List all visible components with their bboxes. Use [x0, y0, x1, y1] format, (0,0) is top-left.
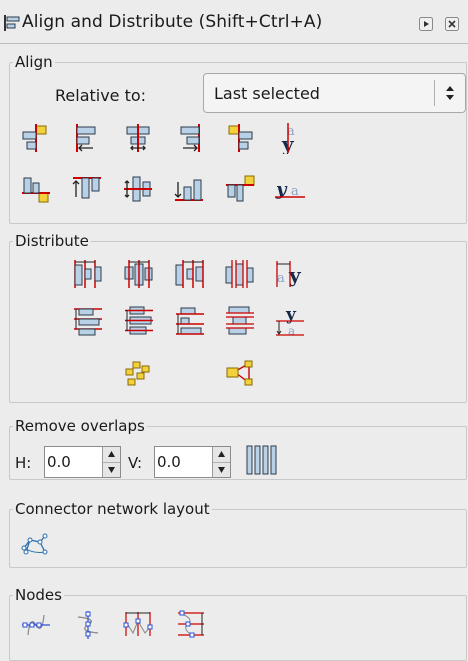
arrange-connector-network-icon[interactable]	[18, 528, 50, 560]
distribute-section-label: Distribute	[13, 232, 91, 250]
h-gap-spin-buttons	[102, 447, 120, 477]
align-distribute-panel: Align and Distribute (Shift+Ctrl+A) Alig…	[0, 0, 468, 661]
v-gap-decrement-button[interactable]	[213, 462, 230, 477]
randomize-centers-icon[interactable]	[122, 357, 154, 389]
h-gap-decrement-button[interactable]	[103, 462, 120, 477]
distribute-nodes-horizontal-icon[interactable]	[123, 609, 155, 641]
v-gap-increment-button[interactable]	[213, 447, 230, 463]
align-text-baseline-horizontal-icon[interactable]: ay	[274, 122, 306, 154]
remove-overlaps-section-label: Remove overlaps	[13, 417, 147, 435]
title-separator	[0, 43, 468, 44]
align-left-edge-to-right-anchor-icon[interactable]	[224, 122, 256, 154]
dialog-titlebar: Align and Distribute (Shift+Ctrl+A)	[0, 0, 468, 44]
align-bottom-edges-icon[interactable]	[173, 173, 205, 205]
arrow-up-icon	[218, 451, 225, 457]
align-nodes-vertical-icon[interactable]	[72, 609, 104, 641]
h-gap-increment-button[interactable]	[103, 447, 120, 463]
distribute-centers-horizontally-icon[interactable]	[123, 258, 155, 290]
align-nodes-horizontal-icon[interactable]	[20, 609, 52, 641]
svg-text:y: y	[285, 305, 297, 325]
relative-to-value: Last selected	[214, 84, 320, 103]
align-bottom-edge-to-top-anchor-icon[interactable]	[20, 173, 52, 205]
h-gap-label: H:	[15, 454, 32, 472]
align-dialog-icon	[4, 15, 20, 31]
svg-text:a: a	[277, 271, 285, 286]
arrow-down-icon	[218, 467, 225, 473]
align-top-edge-to-bottom-anchor-icon[interactable]	[224, 173, 256, 205]
v-gap-spinbox	[154, 446, 231, 478]
combo-arrows-icon	[446, 86, 454, 100]
align-left-edges-icon[interactable]	[71, 122, 103, 154]
center-on-horizontal-axis-icon[interactable]	[122, 173, 154, 205]
align-right-edge-to-left-anchor-icon[interactable]	[20, 122, 52, 154]
remove-overlaps-button[interactable]	[245, 444, 277, 476]
make-horizontal-gaps-equal-icon[interactable]	[224, 258, 256, 290]
v-gap-input[interactable]	[157, 452, 201, 472]
distribute-left-edges-icon[interactable]	[72, 258, 104, 290]
distribute-text-baseline-vertical-icon[interactable]: ya	[274, 305, 306, 337]
distribute-nodes-vertical-icon[interactable]	[174, 609, 206, 641]
combo-divider	[434, 80, 435, 106]
relative-to-select[interactable]: Last selected	[203, 73, 466, 113]
align-section-label: Align	[13, 53, 55, 71]
dialog-title: Align and Distribute (Shift+Ctrl+A)	[22, 12, 323, 32]
align-right-edges-icon[interactable]	[173, 122, 205, 154]
align-top-edges-icon[interactable]	[71, 173, 103, 205]
nodes-section-label: Nodes	[13, 586, 64, 604]
v-gap-spin-buttons	[212, 447, 230, 477]
distribute-top-edges-icon[interactable]	[72, 305, 104, 337]
distribute-centers-vertically-icon[interactable]	[123, 305, 155, 337]
distribute-text-baseline-horizontal-icon[interactable]: ay	[274, 258, 306, 290]
arrow-up-icon	[108, 451, 115, 457]
align-text-baseline-vertical-icon[interactable]: ya	[274, 173, 306, 205]
distribute-bottom-edges-icon[interactable]	[174, 305, 206, 337]
close-panel-button[interactable]	[445, 17, 459, 31]
connector-network-section-label: Connector network layout	[13, 500, 212, 518]
center-on-vertical-axis-icon[interactable]	[122, 122, 154, 154]
arrow-down-icon	[108, 467, 115, 473]
h-gap-spinbox	[44, 446, 121, 478]
relative-to-label: Relative to:	[55, 86, 147, 105]
v-gap-label: V:	[128, 454, 143, 472]
h-gap-input[interactable]	[47, 452, 91, 472]
make-vertical-gaps-equal-icon[interactable]	[224, 305, 256, 337]
unclump-objects-icon[interactable]	[224, 357, 256, 389]
iconify-button[interactable]	[419, 17, 433, 31]
distribute-right-edges-icon[interactable]	[174, 258, 206, 290]
